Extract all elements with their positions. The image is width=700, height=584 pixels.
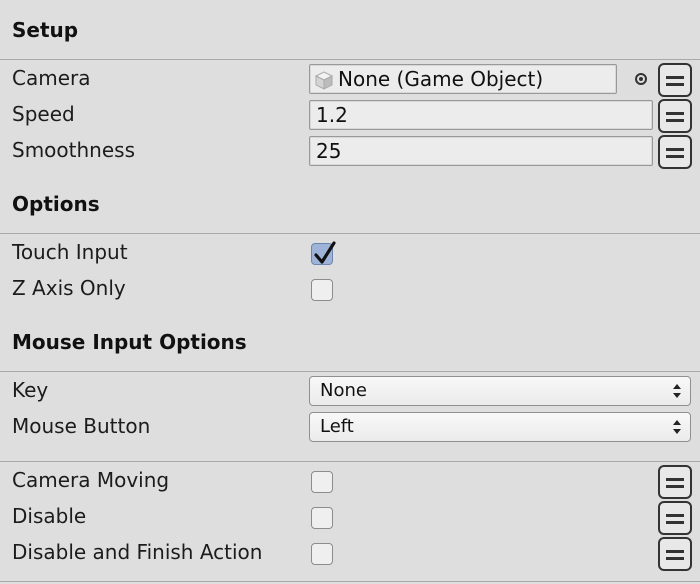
camera-menu-button[interactable] <box>658 63 692 97</box>
divider <box>0 581 700 582</box>
disable-checkbox[interactable] <box>311 507 333 529</box>
camera-moving-menu-button[interactable] <box>658 465 692 499</box>
key-value: None <box>320 380 367 401</box>
mouse-button-dropdown[interactable]: Left <box>309 412 691 442</box>
touch-input-label: Touch Input <box>12 240 128 264</box>
camera-value: None (Game Object) <box>338 67 544 91</box>
speed-input[interactable]: 1.2 <box>309 100 653 130</box>
disable-and-finish-action-label: Disable and Finish Action <box>12 540 263 564</box>
smoothness-label: Smoothness <box>12 138 135 162</box>
divider <box>0 59 700 60</box>
camera-moving-checkbox[interactable] <box>311 471 333 493</box>
section-title-setup: Setup <box>12 18 79 42</box>
divider <box>0 461 700 462</box>
disable-and-finish-action-checkbox[interactable] <box>311 543 333 565</box>
cube-icon <box>314 69 334 90</box>
section-title-options: Options <box>12 192 100 216</box>
smoothness-input[interactable]: 25 <box>309 136 653 166</box>
speed-menu-button[interactable] <box>658 99 692 133</box>
target-icon[interactable] <box>635 73 647 85</box>
divider <box>0 371 700 372</box>
z-axis-only-checkbox[interactable] <box>311 279 333 301</box>
key-label: Key <box>12 378 49 402</box>
divider <box>0 233 700 234</box>
camera-moving-label: Camera Moving <box>12 468 170 492</box>
z-axis-only-label: Z Axis Only <box>12 276 126 300</box>
camera-label: Camera <box>12 66 91 90</box>
up-down-arrows-icon <box>673 420 681 434</box>
up-down-arrows-icon <box>673 384 681 398</box>
disable-menu-button[interactable] <box>658 501 692 535</box>
disable-and-finish-action-menu-button[interactable] <box>658 537 692 571</box>
key-dropdown[interactable]: None <box>309 376 691 406</box>
touch-input-checkbox[interactable] <box>311 241 336 265</box>
section-title-mouse-input-options: Mouse Input Options <box>12 330 247 354</box>
speed-label: Speed <box>12 102 75 126</box>
checkmark-icon <box>314 241 336 264</box>
camera-object-field[interactable]: None (Game Object) <box>309 64 617 94</box>
mouse-button-label: Mouse Button <box>12 414 151 438</box>
disable-label: Disable <box>12 504 87 528</box>
smoothness-menu-button[interactable] <box>658 135 692 169</box>
mouse-button-value: Left <box>320 416 354 437</box>
